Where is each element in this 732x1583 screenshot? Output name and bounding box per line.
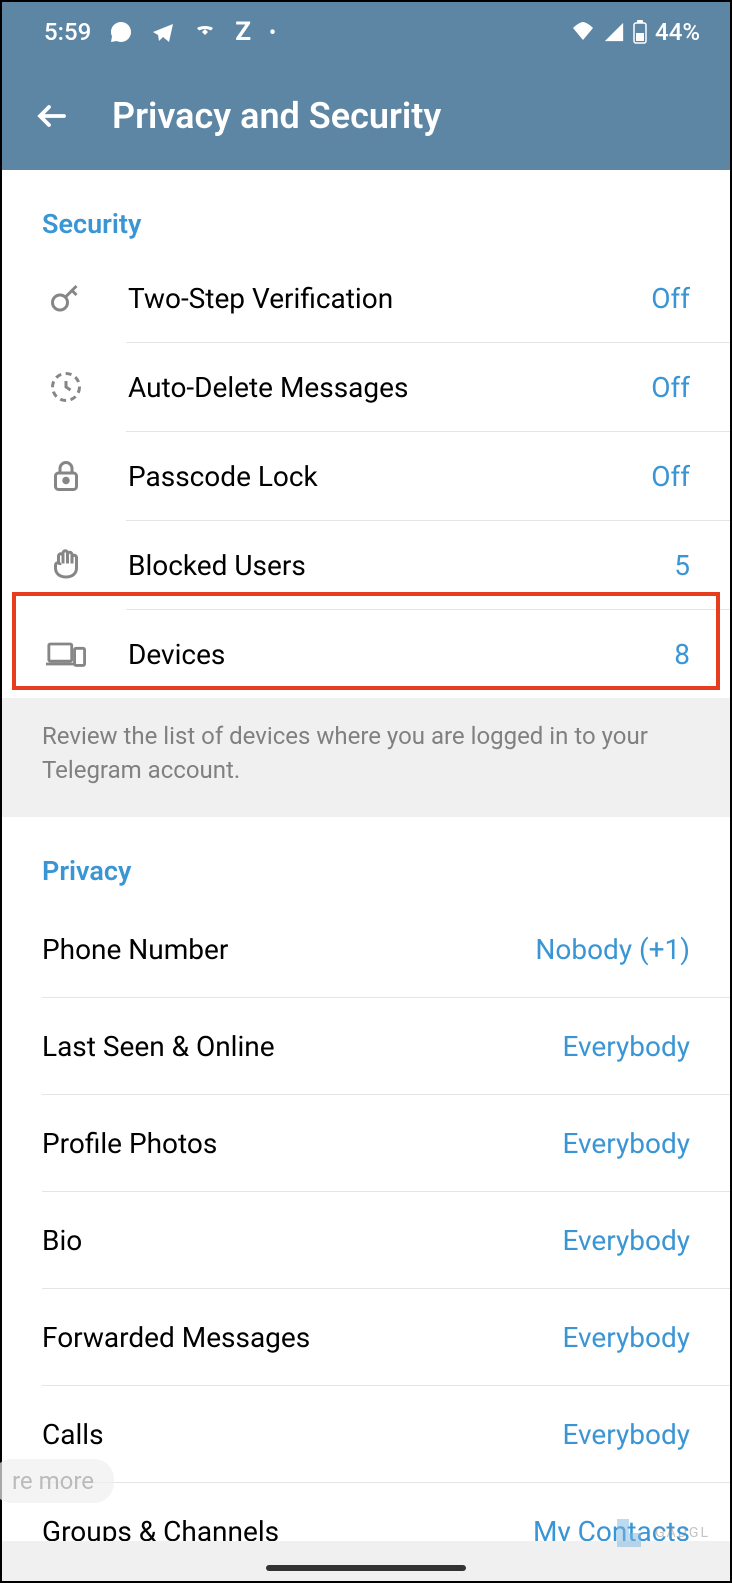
item-value: Nobody (+1): [535, 933, 690, 966]
signal-icon: [603, 21, 625, 43]
auto-delete-messages-item[interactable]: Auto-Delete Messages Off: [2, 343, 730, 431]
item-label: Two-Step Verification: [128, 282, 651, 315]
back-button[interactable]: [32, 96, 72, 136]
item-label: Phone Number: [42, 933, 535, 966]
privacy-header: Privacy: [2, 817, 730, 901]
item-label: Last Seen & Online: [42, 1030, 562, 1063]
lock-icon: [42, 452, 90, 500]
battery-percent: 44%: [655, 18, 700, 46]
z-icon: Z: [235, 17, 251, 47]
status-right: 44%: [571, 18, 700, 46]
item-label: Bio: [42, 1224, 562, 1257]
devices-item[interactable]: Devices 8: [2, 610, 730, 698]
item-value: Off: [651, 371, 690, 404]
telegram-icon: [151, 20, 175, 44]
item-label: Passcode Lock: [128, 460, 651, 493]
security-header: Security: [2, 170, 730, 254]
item-value: 5: [674, 549, 690, 582]
dot-icon: •: [269, 20, 276, 44]
two-step-verification-item[interactable]: Two-Step Verification Off: [2, 254, 730, 342]
battery-icon: [633, 20, 647, 44]
privacy-section: Privacy Phone Number Nobody (+1) Last Se…: [2, 817, 730, 1579]
wifi-icon: [571, 20, 595, 44]
page-title: Privacy and Security: [112, 95, 441, 137]
blocked-users-item[interactable]: Blocked Users 5: [2, 521, 730, 609]
last-seen-item[interactable]: Last Seen & Online Everybody: [2, 998, 730, 1094]
item-value: 8: [674, 638, 690, 671]
forwarded-messages-item[interactable]: Forwarded Messages Everybody: [2, 1289, 730, 1385]
key-icon: [42, 274, 90, 322]
app-bar: Privacy and Security: [2, 62, 730, 170]
item-value: Everybody: [562, 1321, 690, 1354]
item-label: Blocked Users: [128, 549, 674, 582]
item-value: Everybody: [562, 1224, 690, 1257]
re-more-overlay: re more: [0, 1459, 114, 1503]
watermark: GADGL: [609, 1513, 710, 1553]
item-label: Devices: [128, 638, 674, 671]
item-label: Calls: [42, 1418, 562, 1451]
phone-number-item[interactable]: Phone Number Nobody (+1): [2, 901, 730, 997]
item-value: Everybody: [562, 1127, 690, 1160]
item-value: Off: [651, 460, 690, 493]
item-value: Everybody: [562, 1418, 690, 1451]
home-indicator[interactable]: [266, 1565, 466, 1571]
item-label: Forwarded Messages: [42, 1321, 562, 1354]
profile-photos-item[interactable]: Profile Photos Everybody: [2, 1095, 730, 1191]
status-left: 5:59 Z •: [44, 17, 276, 47]
item-value: Everybody: [562, 1030, 690, 1063]
item-label: Profile Photos: [42, 1127, 562, 1160]
devices-icon: [42, 630, 90, 678]
status-time: 5:59: [44, 18, 91, 46]
security-section: Security Two-Step Verification Off Auto-…: [2, 170, 730, 817]
timer-icon: [42, 363, 90, 411]
hand-icon: [42, 541, 90, 589]
missed-call-icon: [193, 20, 217, 44]
status-bar: 5:59 Z • 44%: [2, 2, 730, 62]
bio-item[interactable]: Bio Everybody: [2, 1192, 730, 1288]
item-label: Auto-Delete Messages: [128, 371, 651, 404]
security-footer: Review the list of devices where you are…: [2, 698, 730, 817]
watermark-text: GADGL: [655, 1525, 710, 1541]
watermark-logo-icon: [609, 1513, 649, 1553]
item-value: Off: [651, 282, 690, 315]
passcode-lock-item[interactable]: Passcode Lock Off: [2, 432, 730, 520]
chat-icon: [109, 20, 133, 44]
